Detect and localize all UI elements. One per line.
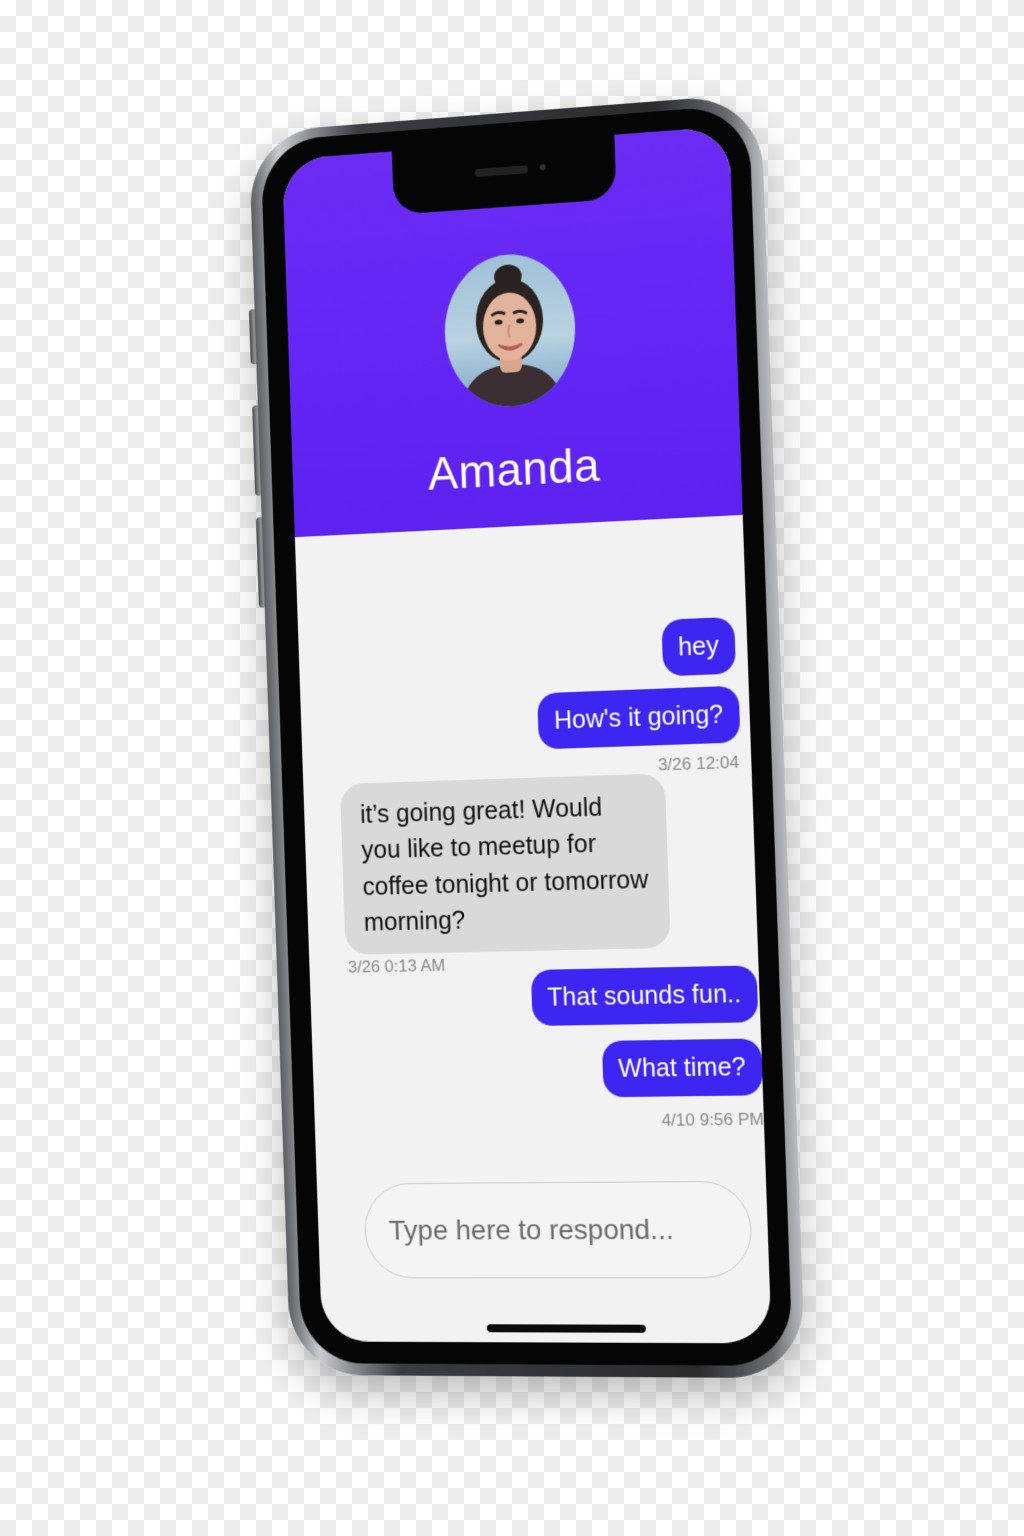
contact-avatar[interactable] xyxy=(442,250,577,410)
speaker-grille xyxy=(475,165,528,177)
message-bubble-outgoing[interactable]: What time? xyxy=(601,1038,763,1097)
avatar-photo xyxy=(442,250,577,410)
phone-device: Amanda hey How's it going? 3/26 12:04 it… xyxy=(249,93,806,1378)
message-bubble-outgoing[interactable]: How's it going? xyxy=(537,686,740,750)
response-input[interactable] xyxy=(363,1181,753,1279)
message-timestamp: 3/26 12:04 xyxy=(658,753,740,776)
chat-screen: Amanda hey How's it going? 3/26 12:04 it… xyxy=(282,126,772,1343)
contact-name: Amanda xyxy=(292,430,742,508)
message-bubble-outgoing[interactable]: hey xyxy=(661,617,736,677)
message-timestamp: 3/26 0:13 AM xyxy=(348,956,446,978)
message-timestamp: 4/10 9:56 PM xyxy=(661,1110,764,1131)
message-bubble-outgoing[interactable]: That sounds fun.. xyxy=(531,965,759,1026)
chat-header: Amanda xyxy=(282,126,743,537)
message-bubble-incoming[interactable]: it’s going great! Would you like to meet… xyxy=(340,773,671,955)
home-indicator[interactable] xyxy=(487,1324,646,1333)
front-camera xyxy=(540,164,546,170)
